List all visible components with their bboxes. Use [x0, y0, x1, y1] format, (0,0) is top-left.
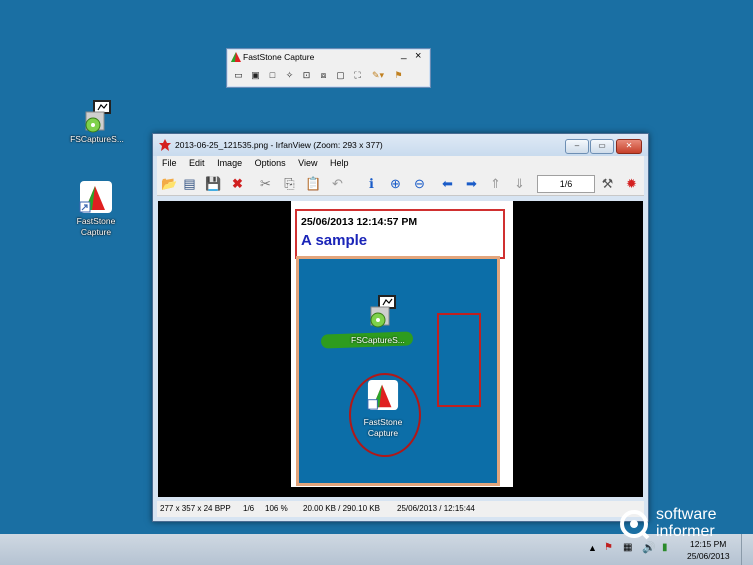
- menu-edit[interactable]: Edit: [184, 156, 210, 170]
- installer-icon: [80, 98, 114, 133]
- image-icon2-label-line1: FastStone: [363, 417, 403, 427]
- faststone-capture-toolbar[interactable]: FastStone Capture _ × ▭ ▣ □ ✧ ⊡ ⧈ ▢ ⛶ ✎▾…: [226, 48, 431, 88]
- previous-arrow-icon[interactable]: ⬅: [439, 175, 456, 192]
- desktop-icon-label-line2: Capture: [80, 227, 112, 237]
- irfanview-window[interactable]: 2013-06-25_121535.png - IrfanView (Zoom:…: [152, 133, 649, 522]
- minimize-button[interactable]: _: [401, 49, 407, 60]
- status-bar: 277 x 357 x 24 BPP 1/6 106 % 20.00 KB / …: [157, 501, 644, 517]
- output-settings-icon[interactable]: ✎▾: [367, 69, 389, 82]
- status-zoom: 106 %: [265, 504, 288, 513]
- watermark-line1: software: [656, 506, 717, 523]
- menu-file[interactable]: File: [157, 156, 182, 170]
- capture-video-icon[interactable]: ⛶: [350, 69, 365, 82]
- close-button[interactable]: ✕: [616, 139, 642, 154]
- status-dimensions: 277 x 357 x 24 BPP: [160, 504, 231, 513]
- watermark-logo-icon: [618, 508, 650, 542]
- last-page-icon[interactable]: ⇓: [511, 175, 528, 192]
- minimize-button[interactable]: –: [565, 139, 589, 154]
- menu-image[interactable]: Image: [212, 156, 247, 170]
- settings-icon[interactable]: ⚑: [391, 69, 406, 82]
- show-hidden-icons-icon[interactable]: ▲: [588, 543, 597, 553]
- capture-active-window-icon[interactable]: ▭: [231, 69, 246, 82]
- desktop-icon-faststone-capture[interactable]: FastStone Capture: [61, 180, 131, 238]
- menu-bar: File Edit Image Options View Help: [157, 156, 644, 171]
- window-title: 2013-06-25_121535.png - IrfanView (Zoom:…: [175, 140, 383, 150]
- watermark-line2: informer: [656, 523, 715, 540]
- info-icon[interactable]: ℹ: [363, 175, 380, 192]
- software-informer-watermark: software informer: [618, 506, 753, 546]
- next-arrow-icon[interactable]: ➡: [463, 175, 480, 192]
- image-faststone-logo-icon: [367, 379, 399, 413]
- capture-scrolling-icon[interactable]: ⧈: [316, 69, 331, 82]
- close-button[interactable]: ×: [415, 50, 421, 62]
- image-desktop-area: FSCaptureS... FastStone Capture: [299, 259, 497, 483]
- desktop-icon-fscapture-setup[interactable]: FSCaptureS...: [62, 98, 132, 145]
- toolbar: 📂 ▤ 💾 ✖ ✂ ⎘ 📋 ↶ ℹ ⊕ ⊖ ⬅ ➡ ⇑ ⇓ 1/6 ⚒ ✹: [157, 171, 644, 196]
- faststone-small-logo-icon: [231, 52, 241, 64]
- menu-view[interactable]: View: [293, 156, 322, 170]
- capture-rectangle-icon[interactable]: □: [265, 69, 280, 82]
- menu-options[interactable]: Options: [250, 156, 291, 170]
- copy-icon[interactable]: ⎘: [281, 175, 298, 192]
- open-folder-icon[interactable]: 📂: [161, 175, 178, 192]
- desktop-icon-label: FSCaptureS...: [70, 134, 124, 144]
- undo-icon[interactable]: ↶: [329, 175, 346, 192]
- delete-icon[interactable]: ✖: [229, 175, 246, 192]
- maximize-button[interactable]: ▭: [590, 139, 614, 154]
- faststone-toolbar-title: FastStone Capture: [243, 52, 315, 62]
- faststone-logo-icon: [79, 180, 113, 214]
- image-installer-icon: [365, 293, 399, 331]
- red-rectangle-annotation: [437, 313, 481, 407]
- taskbar-date[interactable]: 25/06/2013: [687, 551, 730, 561]
- page-indicator[interactable]: 1/6: [537, 175, 595, 193]
- cut-icon[interactable]: ✂: [257, 175, 274, 192]
- status-page: 1/6: [243, 504, 255, 513]
- irfanview-logo-icon: [159, 139, 171, 153]
- status-datetime: 25/06/2013 / 12:15:44: [397, 504, 475, 513]
- paste-icon[interactable]: 📋: [305, 175, 322, 192]
- image-canvas[interactable]: 25/06/2013 12:14:57 PM A sample FSCaptur…: [158, 201, 643, 497]
- displayed-image: 25/06/2013 12:14:57 PM A sample FSCaptur…: [291, 201, 513, 487]
- save-icon[interactable]: 💾: [205, 175, 222, 192]
- zoom-in-icon[interactable]: ⊕: [387, 175, 404, 192]
- window-titlebar[interactable]: 2013-06-25_121535.png - IrfanView (Zoom:…: [153, 134, 648, 156]
- menu-help[interactable]: Help: [325, 156, 354, 170]
- image-icon1-label: FSCaptureS...: [351, 335, 405, 345]
- capture-fixed-region-icon[interactable]: ▢: [333, 69, 348, 82]
- desktop-icon-label-line1: FastStone: [76, 216, 116, 226]
- caption-heading: A sample: [301, 232, 368, 249]
- slideshow-icon[interactable]: ▤: [181, 175, 198, 192]
- capture-freehand-icon[interactable]: ✧: [282, 69, 297, 82]
- caption-timestamp: 25/06/2013 12:14:57 PM: [301, 216, 418, 228]
- capture-fullscreen-icon[interactable]: ⊡: [299, 69, 314, 82]
- properties-tools-icon[interactable]: ⚒: [599, 175, 616, 192]
- capture-window-object-icon[interactable]: ▣: [248, 69, 263, 82]
- first-page-icon[interactable]: ⇑: [487, 175, 504, 192]
- caption-box: 25/06/2013 12:14:57 PM A sample: [295, 209, 505, 259]
- action-center-flag-icon[interactable]: ⚑: [604, 542, 613, 553]
- image-icon2-label: FastStone Capture: [353, 417, 413, 439]
- irfanview-about-icon[interactable]: ✹: [623, 175, 640, 192]
- status-file-size: 20.00 KB / 290.10 KB: [303, 504, 380, 513]
- image-icon2-label-line2: Capture: [367, 428, 399, 438]
- zoom-out-icon[interactable]: ⊖: [411, 175, 428, 192]
